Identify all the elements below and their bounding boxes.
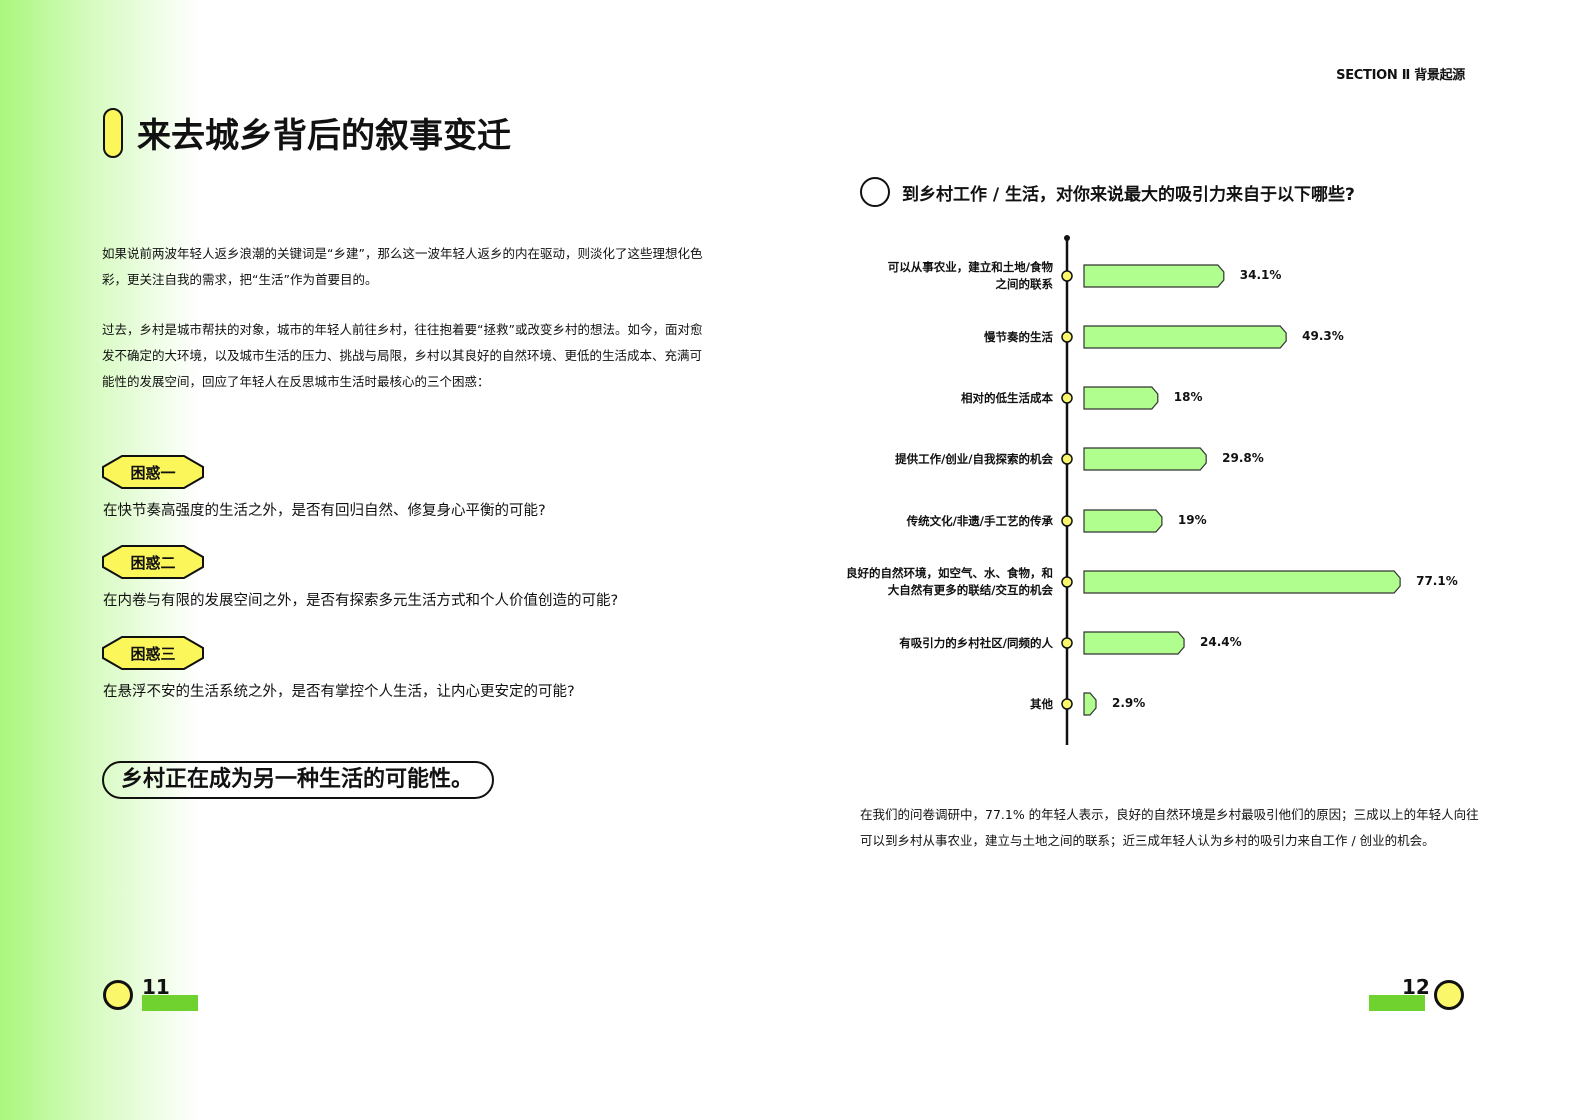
bar (1083, 570, 1401, 594)
value-label: 19% (1177, 513, 1207, 527)
category-label-line: 提供工作/创业/自我探索的机会 (895, 451, 1053, 466)
axis-top-dot (1064, 235, 1070, 241)
bar (1083, 264, 1225, 288)
category-label-line: 相对的低生活成本 (961, 390, 1053, 405)
value-label: 24.4% (1200, 635, 1242, 649)
bar-dot (1061, 576, 1073, 588)
category-label-line: 大自然有更多的联结/交互的机会 (887, 583, 1053, 597)
category-label: 良好的自然环境，如空气、水、食物，和大自然有更多的联结/交互的机会 (846, 565, 1053, 599)
bar (1083, 447, 1207, 471)
value-label: 18% (1173, 390, 1203, 404)
value-label: 29.8% (1222, 451, 1264, 465)
bar (1083, 325, 1287, 349)
category-label-line: 良好的自然环境，如空气、水、食物，和 (846, 566, 1053, 580)
value-label: 49.3% (1302, 329, 1344, 343)
category-label-line: 其他 (1030, 696, 1053, 711)
bar (1083, 386, 1159, 410)
bar-dot (1061, 453, 1073, 465)
bar-dot (1061, 331, 1073, 343)
bar-dot (1061, 637, 1073, 649)
category-label: 提供工作/创业/自我探索的机会 (895, 451, 1053, 468)
bar-dot (1061, 698, 1073, 710)
chart-note: 在我们的问卷调研中，77.1% 的年轻人表示，良好的自然环境是乡村最吸引他们的原… (860, 807, 1479, 848)
bar-dot (1061, 392, 1073, 404)
category-label-line: 慢节奏的生活 (984, 329, 1053, 344)
category-label: 传统文化/非遗/手工艺的传承 (907, 513, 1053, 530)
category-label: 可以从事农业，建立和土地/食物之间的联系 (888, 259, 1053, 293)
category-label-line: 传统文化/非遗/手工艺的传承 (906, 513, 1053, 528)
category-label: 有吸引力的乡村社区/同频的人 (899, 635, 1053, 652)
category-label: 相对的低生活成本 (961, 390, 1053, 407)
value-label: 77.1% (1416, 574, 1458, 588)
bar-chart (1061, 235, 1401, 745)
bar (1083, 509, 1163, 533)
category-label-line: 之间的联系 (995, 277, 1054, 291)
value-label: 34.1% (1239, 268, 1282, 282)
category-label: 其他 (1030, 696, 1053, 713)
value-label: 2.9% (1112, 696, 1146, 710)
bar (1083, 692, 1097, 716)
category-label: 慢节奏的生活 (984, 329, 1053, 346)
category-label-line: 有吸引力的乡村社区/同频的人 (899, 635, 1053, 650)
bar-dot (1061, 515, 1073, 527)
bar-dot (1061, 270, 1073, 282)
bar (1083, 631, 1185, 655)
category-label-line: 可以从事农业，建立和土地/食物 (887, 260, 1053, 274)
